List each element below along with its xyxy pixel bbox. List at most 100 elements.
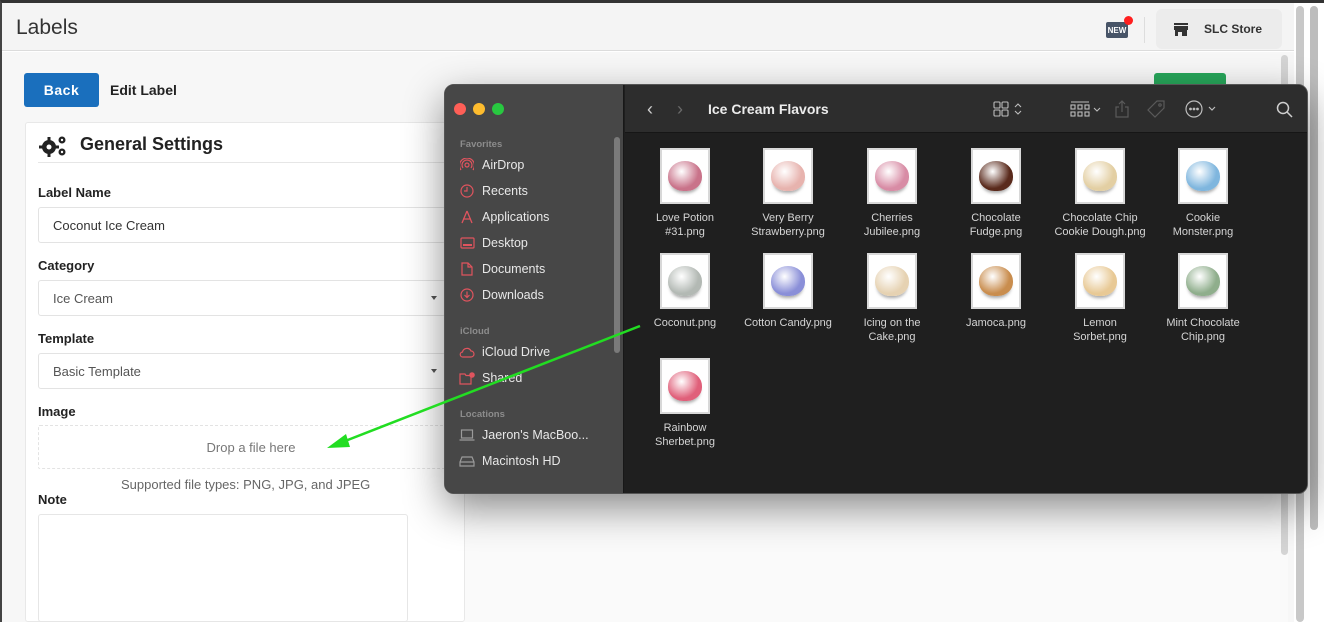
file-thumbnail bbox=[660, 253, 710, 309]
sidebar-item-label: Macintosh HD bbox=[482, 454, 561, 468]
file-thumbnail bbox=[867, 253, 917, 309]
file-item[interactable]: Cherries Jubilee.png bbox=[839, 148, 945, 239]
window-scrollbar[interactable] bbox=[1310, 6, 1318, 530]
ice-cream-scoop-image bbox=[668, 161, 702, 191]
sidebar-item-airdrop[interactable]: AirDrop bbox=[459, 155, 609, 175]
file-item[interactable]: Coconut.png bbox=[632, 253, 738, 330]
download-icon bbox=[459, 288, 475, 302]
file-item[interactable]: Chocolate Chip Cookie Dough.png bbox=[1047, 148, 1153, 239]
more-actions-button[interactable] bbox=[1185, 99, 1219, 119]
share-button[interactable] bbox=[1115, 99, 1129, 119]
file-name: Very Berry Strawberry.png bbox=[751, 212, 825, 238]
applications-icon bbox=[459, 210, 475, 224]
sidebar-item-label: iCloud Drive bbox=[482, 345, 551, 359]
share-icon bbox=[1115, 100, 1129, 118]
file-name: Coconut.png bbox=[653, 317, 717, 329]
file-item[interactable]: Love Potion #31.png bbox=[632, 148, 738, 239]
file-name: Jamoca.png bbox=[966, 317, 1026, 329]
cloud-icon bbox=[459, 345, 475, 359]
sidebar-section-icloud: iCloud bbox=[460, 326, 490, 337]
zoom-window-button[interactable] bbox=[492, 103, 504, 115]
file-thumbnail bbox=[763, 148, 813, 204]
gears-icon bbox=[39, 136, 66, 157]
file-item[interactable]: Cookie Monster.png bbox=[1150, 148, 1256, 239]
sidebar-item-label: Jaeron's MacBoo... bbox=[482, 428, 589, 442]
sidebar-item-applications[interactable]: Applications bbox=[459, 207, 609, 227]
file-name: Icing on the Cake.png bbox=[863, 317, 921, 343]
search-button[interactable] bbox=[1276, 99, 1293, 119]
sidebar-section-favorites: Favorites bbox=[460, 139, 503, 150]
section-title: General Settings bbox=[80, 134, 224, 154]
file-name: Chocolate Chip Cookie Dough.png bbox=[1054, 212, 1146, 238]
desktop-icon bbox=[459, 236, 475, 250]
airdrop-icon bbox=[459, 158, 475, 172]
sidebar-item-recents[interactable]: Recents bbox=[459, 181, 609, 201]
ice-cream-scoop-image bbox=[668, 266, 702, 296]
finder-toolbar: ‹ › Ice Cream Flavors bbox=[625, 85, 1307, 133]
store-label: SLC Store bbox=[1204, 22, 1263, 36]
ice-cream-scoop-image bbox=[979, 161, 1013, 191]
ice-cream-scoop-image bbox=[771, 161, 805, 191]
file-thumbnail bbox=[1178, 253, 1228, 309]
header-divider bbox=[1144, 17, 1145, 43]
clock-icon bbox=[459, 184, 475, 198]
grid-view-icon bbox=[993, 101, 1022, 117]
folder-title: Ice Cream Flavors bbox=[708, 101, 829, 117]
sidebar-item-macintosh-hd[interactable]: Macintosh HD bbox=[459, 451, 609, 471]
tag-icon bbox=[1147, 100, 1165, 118]
ice-cream-scoop-image bbox=[1083, 266, 1117, 296]
file-item[interactable]: Mint Chocolate Chip.png bbox=[1150, 253, 1256, 344]
image-drop-zone[interactable]: Drop a file here bbox=[38, 425, 464, 469]
template-value: Basic Template bbox=[53, 363, 141, 379]
group-by-button[interactable] bbox=[1070, 99, 1102, 119]
label-name-input[interactable]: Coconut Ice Cream bbox=[38, 207, 446, 243]
store-selector-button[interactable]: SLC Store bbox=[1156, 9, 1282, 49]
close-window-button[interactable] bbox=[454, 103, 466, 115]
file-name: Cookie Monster.png bbox=[1172, 212, 1234, 238]
note-textarea[interactable] bbox=[38, 514, 408, 622]
file-item[interactable]: Icing on the Cake.png bbox=[839, 253, 945, 344]
file-name: Cotton Candy.png bbox=[744, 317, 832, 329]
drop-zone-text: Drop a file here bbox=[206, 439, 296, 455]
file-item[interactable]: Cotton Candy.png bbox=[735, 253, 841, 330]
file-thumbnail bbox=[1178, 148, 1228, 204]
sidebar-item-macbook[interactable]: Jaeron's MacBoo... bbox=[459, 425, 609, 445]
finder-sidebar: Favorites AirDrop Recents Applications D… bbox=[445, 85, 624, 493]
ice-cream-scoop-image bbox=[875, 266, 909, 296]
file-item[interactable]: Jamoca.png bbox=[943, 253, 1049, 330]
file-item[interactable]: Lemon Sorbet.png bbox=[1047, 253, 1153, 344]
sidebar-item-downloads[interactable]: Downloads bbox=[459, 285, 609, 305]
label-name-label: Label Name bbox=[38, 185, 111, 200]
caret-down-icon bbox=[431, 296, 437, 300]
page-heading: Edit Label bbox=[110, 82, 177, 98]
file-thumbnail bbox=[1075, 253, 1125, 309]
icon-view-toggle[interactable] bbox=[993, 99, 1025, 119]
file-thumbnail bbox=[971, 148, 1021, 204]
tag-button[interactable] bbox=[1147, 99, 1165, 119]
back-chevron-icon[interactable]: ‹ bbox=[647, 99, 653, 120]
label-name-value: Coconut Ice Cream bbox=[53, 217, 165, 233]
sidebar-item-label: AirDrop bbox=[482, 158, 525, 172]
file-thumbnail bbox=[867, 148, 917, 204]
sidebar-item-shared[interactable]: Shared bbox=[459, 368, 609, 388]
ice-cream-scoop-image bbox=[1186, 266, 1220, 296]
sidebar-item-desktop[interactable]: Desktop bbox=[459, 233, 609, 253]
file-item[interactable]: Chocolate Fudge.png bbox=[943, 148, 1049, 239]
laptop-icon bbox=[459, 428, 475, 442]
template-select[interactable]: Basic Template bbox=[38, 353, 446, 389]
sidebar-item-icloud-drive[interactable]: iCloud Drive bbox=[459, 342, 609, 362]
whats-new-button[interactable]: NEW bbox=[1106, 16, 1133, 38]
shared-folder-icon bbox=[459, 371, 475, 385]
file-name: Chocolate Fudge.png bbox=[969, 212, 1023, 238]
file-thumbnail bbox=[660, 148, 710, 204]
category-select[interactable]: Ice Cream bbox=[38, 280, 446, 316]
file-item[interactable]: Very Berry Strawberry.png bbox=[735, 148, 841, 239]
forward-chevron-icon[interactable]: › bbox=[677, 99, 683, 120]
sidebar-item-label: Recents bbox=[482, 184, 528, 198]
minimize-window-button[interactable] bbox=[473, 103, 485, 115]
sidebar-item-documents[interactable]: Documents bbox=[459, 259, 609, 279]
file-name: Rainbow Sherbet.png bbox=[655, 422, 715, 448]
back-button[interactable]: Back bbox=[24, 73, 99, 107]
file-item[interactable]: Rainbow Sherbet.png bbox=[632, 358, 738, 449]
sidebar-scrollbar[interactable] bbox=[614, 137, 620, 353]
